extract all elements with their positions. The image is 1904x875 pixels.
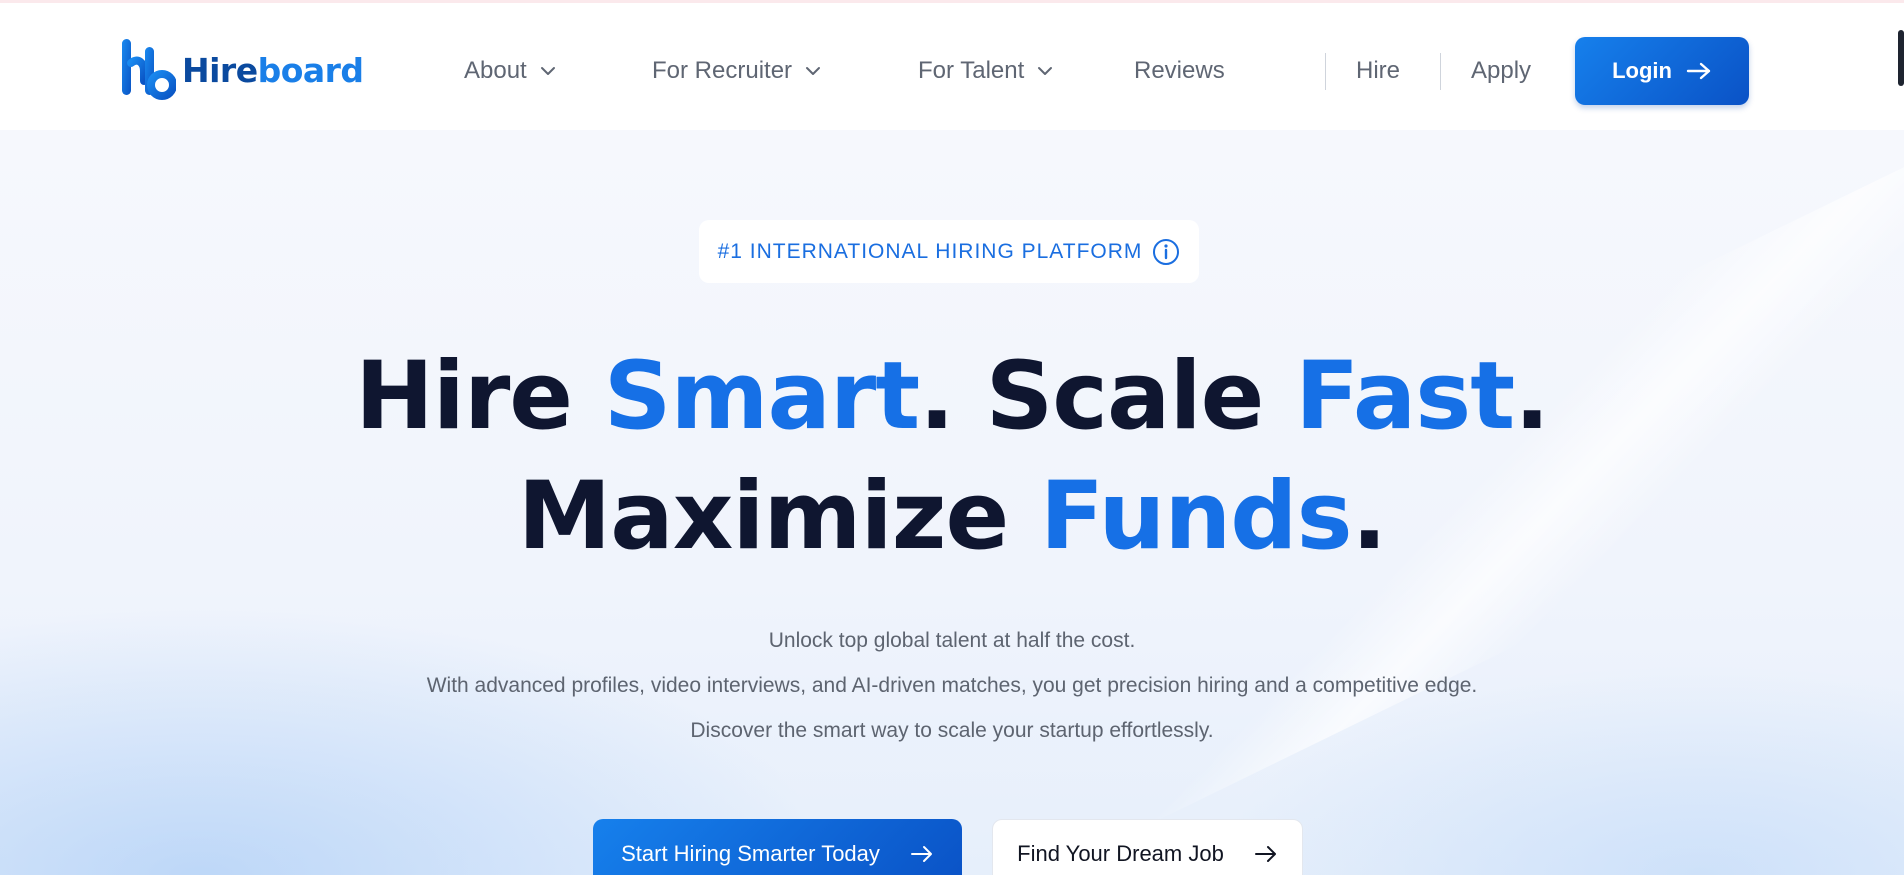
brand-name-part2: board (257, 50, 364, 90)
nav-for-recruiter-label: For Recruiter (652, 57, 793, 84)
headline-word: Maximize (517, 462, 1040, 571)
headline-word: . Scale (919, 342, 1296, 451)
nav-apply-label: Apply (1471, 57, 1532, 84)
platform-badge-text: #1 INTERNATIONAL HIRING PLATFORM (717, 239, 1143, 263)
login-button[interactable]: Login (1575, 37, 1749, 105)
headline-word: . (1514, 342, 1550, 451)
headline-accent-word: Smart (603, 342, 920, 451)
nav-about-label: About (464, 57, 527, 84)
nav-hire-link[interactable]: Hire (1356, 53, 1400, 89)
brand-logo[interactable]: Hireboard (118, 35, 364, 105)
site-header: Hireboard About For Recruiter For Talent… (0, 3, 1904, 130)
nav-hire-label: Hire (1356, 57, 1401, 84)
start-hiring-button-label: Start Hiring Smarter Today (621, 841, 880, 866)
nav-for-recruiter[interactable]: For Recruiter (652, 53, 822, 89)
hero-headline-line2: Maximize Funds. (0, 470, 1904, 564)
hero-subtext: With advanced profiles, video interviews… (426, 674, 1478, 697)
arrow-right-icon (1254, 844, 1278, 864)
arrow-right-icon (910, 844, 934, 864)
brand-name: Hireboard (182, 51, 364, 90)
info-icon[interactable] (1152, 238, 1180, 266)
start-hiring-button[interactable]: Start Hiring Smarter Today (593, 819, 962, 875)
headline-accent-word: Fast (1295, 342, 1515, 451)
nav-for-talent[interactable]: For Talent (918, 53, 1054, 89)
platform-badge: #1 INTERNATIONAL HIRING PLATFORM (699, 220, 1199, 283)
find-job-button-label: Find Your Dream Job (1017, 841, 1224, 866)
headline-accent-word: Funds (1039, 462, 1353, 571)
login-button-label: Login (1612, 58, 1672, 83)
headline-word: Hire (355, 342, 604, 451)
chevron-down-icon (1038, 67, 1053, 75)
hb-monogram-icon (118, 37, 176, 103)
arrow-right-icon (1686, 61, 1712, 81)
headline-word: . (1351, 462, 1388, 571)
nav-about[interactable]: About (464, 53, 557, 89)
nav-reviews[interactable]: Reviews (1134, 53, 1225, 89)
nav-divider (1440, 53, 1441, 90)
hero-subtext: Discover the smart way to scale your sta… (690, 719, 1214, 742)
chevron-down-icon (806, 67, 821, 75)
scrollbar-thumb[interactable] (1898, 30, 1904, 86)
brand-name-part1: Hire (182, 50, 258, 90)
chevron-down-icon (540, 67, 555, 75)
hero-subtext: Unlock top global talent at half the cos… (768, 629, 1136, 652)
nav-reviews-label: Reviews (1134, 57, 1225, 84)
find-job-button[interactable]: Find Your Dream Job (992, 819, 1303, 875)
nav-divider (1325, 53, 1326, 90)
hero-headline-line1: Hire Smart. Scale Fast. (0, 350, 1904, 444)
nav-for-talent-label: For Talent (918, 57, 1025, 84)
nav-apply-link[interactable]: Apply (1471, 53, 1531, 89)
